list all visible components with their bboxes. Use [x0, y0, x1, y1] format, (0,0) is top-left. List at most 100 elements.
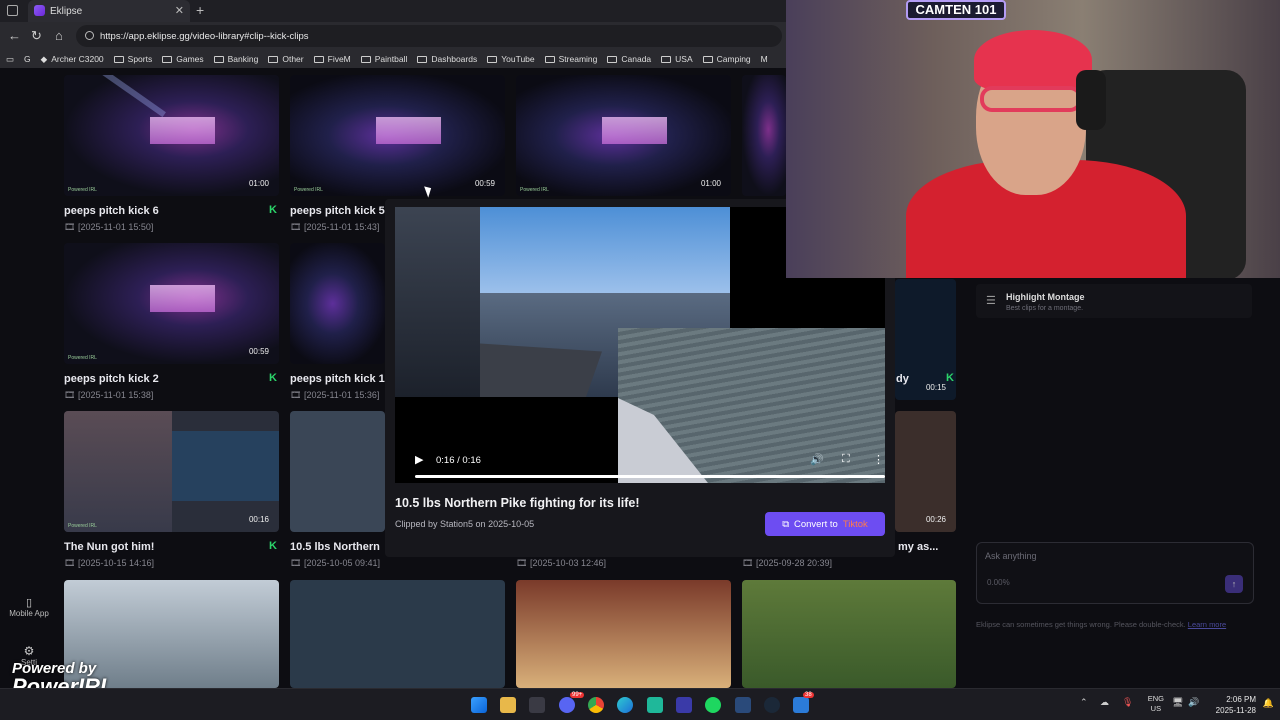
more-options-icon[interactable]: ⋮ [873, 453, 884, 466]
new-tab-icon[interactable]: + [196, 2, 204, 18]
bookmark-apps-icon[interactable]: ▭ [6, 54, 14, 65]
bookmark-folder[interactable]: Sports [113, 54, 152, 64]
clip-title[interactable]: peeps pitch kick 1 [290, 373, 385, 385]
watermark: Powered IRL [294, 187, 323, 193]
bookmark-folder[interactable]: Paintball [360, 54, 407, 64]
clip-thumbnail[interactable] [290, 411, 385, 532]
clip-thumbnail[interactable]: Powered IRL 01:00 [516, 75, 731, 196]
ask-box: 0.00% ↑ [976, 542, 1254, 604]
edge-icon[interactable] [617, 697, 633, 713]
back-icon[interactable]: ← [8, 28, 21, 43]
volume-icon[interactable]: 🔊 [810, 453, 824, 466]
notification-icon[interactable]: 🔔 [1263, 698, 1274, 709]
clip-title[interactable]: The Nun got him! [64, 541, 154, 553]
send-icon[interactable]: ↑ [1225, 575, 1243, 593]
clip-thumbnail[interactable]: Powered IRL 01:00 [64, 75, 279, 196]
clip-thumbnail[interactable] [742, 75, 786, 196]
bookmark-google[interactable]: G [24, 54, 31, 64]
discord-icon[interactable] [559, 697, 575, 713]
video-sky [442, 207, 730, 305]
folder-icon [360, 55, 371, 63]
progress-bar[interactable] [415, 475, 885, 478]
clip-date: 🎞 [2025-10-03 12:46] [516, 558, 607, 568]
bookmark-folder[interactable]: USA [661, 54, 693, 64]
home-icon[interactable]: ⌂ [55, 28, 63, 43]
bookmark-folder[interactable]: Canada [607, 54, 651, 64]
bookmark-folder[interactable]: Games [162, 54, 204, 64]
fullscreen-icon[interactable]: ⛶ [842, 453, 850, 466]
chevron-up-icon[interactable]: ⌃ [1080, 697, 1088, 708]
tab-actions-icon[interactable] [7, 5, 18, 16]
app-icon[interactable] [647, 697, 663, 713]
clip-title[interactable]: peeps pitch kick 2 [64, 373, 159, 385]
speaker-icon[interactable]: 🔊 [1188, 697, 1199, 708]
bookmark-folder[interactable]: Dashboards [417, 54, 477, 64]
folder-icon [661, 55, 672, 63]
phone-icon: ▯ [25, 597, 33, 609]
convert-target: Tiktok [842, 518, 868, 530]
mobile-app-link[interactable]: ▯ Mobile App [0, 596, 58, 618]
bg-app-icon[interactable] [735, 697, 751, 713]
url-text: https://app.eklipse.gg/video-library#cli… [100, 31, 309, 42]
clip-title[interactable]: 10.5 lbs Northern [290, 541, 380, 553]
start-icon[interactable] [471, 697, 487, 713]
site-info-icon[interactable] [85, 31, 94, 40]
reload-icon[interactable]: ↻ [31, 28, 42, 44]
mic-icon[interactable]: 🎙 [1122, 697, 1133, 708]
clip-thumbnail[interactable]: Powered IRL 00:59 [64, 243, 279, 364]
play-icon[interactable]: ▶ [415, 453, 423, 466]
clip-title[interactable]: peeps pitch kick 6 [64, 205, 159, 217]
close-tab-icon[interactable]: ✕ [175, 4, 184, 17]
eklipse-favicon-icon [34, 5, 45, 16]
clip-date: 🎞 [2025-09-28 20:39] [742, 558, 833, 568]
clip-thumbnail[interactable]: Powered IRL 00:59 [290, 75, 505, 196]
highlight-montage-card[interactable]: ☰ Highlight Montage Best clips for a mon… [976, 284, 1252, 318]
folder-icon [113, 55, 124, 63]
bookmark-folder[interactable]: FiveM [313, 54, 351, 64]
system-clock[interactable]: 2:06 PM 2025-11-28 [1216, 694, 1256, 716]
stage-light [91, 75, 166, 118]
learn-more-link[interactable]: Learn more [1188, 620, 1226, 629]
steam-icon[interactable] [764, 697, 780, 713]
spotify-icon[interactable] [705, 697, 721, 713]
convert-to-tiktok-button[interactable]: ⧉ Convert to Tiktok [765, 512, 885, 536]
gear-icon: ⚙ [23, 644, 35, 658]
clip-thumbnail[interactable] [742, 580, 956, 688]
clip-title[interactable]: my as... [898, 541, 938, 553]
bookmark-folder[interactable]: Streaming [544, 54, 597, 64]
windows-taskbar: 99+ 38 ⌃ ☁ 🎙 ENG US 🖥 🔊 2:06 PM 2025-11-… [0, 688, 1280, 720]
bookmark-folder[interactable]: Camping [702, 54, 751, 64]
clip-title[interactable]: dy [896, 373, 909, 385]
bookmark-folder[interactable]: YouTube [487, 54, 535, 64]
ask-input[interactable] [985, 551, 1185, 561]
language-indicator[interactable]: ENG US [1148, 694, 1164, 714]
clip-thumbnail[interactable] [290, 243, 385, 364]
bookmark-item[interactable]: M [761, 54, 768, 64]
watermark: Powered IRL [520, 187, 549, 193]
url-field[interactable]: https://app.eklipse.gg/video-library#cli… [76, 25, 782, 47]
montage-subtitle: Best clips for a montage. [1006, 305, 1084, 312]
bookmark-item[interactable]: ◆ Archer C3200 [41, 54, 104, 65]
clip-thumbnail[interactable] [290, 580, 505, 688]
chrome-icon[interactable] [588, 697, 604, 713]
cloud-icon[interactable]: ☁ [1100, 697, 1109, 708]
clip-thumbnail[interactable]: Powered IRL 00:16 [64, 411, 279, 532]
film-icon: 🎞 [290, 222, 302, 232]
file-explorer-icon[interactable] [500, 697, 516, 713]
bookmark-folder[interactable]: Other [268, 54, 304, 64]
film-icon: 🎞 [742, 558, 754, 568]
bookmark-folder[interactable]: Banking [213, 54, 258, 64]
watermark: Powered IRL [68, 523, 97, 529]
browser-tab[interactable]: Eklipse ✕ [28, 0, 190, 22]
streamer-glasses [980, 86, 1082, 112]
mail-icon[interactable] [793, 697, 809, 713]
clip-duration: 00:59 [248, 347, 269, 356]
store-icon[interactable] [529, 697, 545, 713]
clip-thumbnail[interactable] [516, 580, 731, 688]
list-icon: ☰ [986, 295, 996, 307]
folder-icon [607, 55, 618, 63]
clip-title[interactable]: peeps pitch kick 5 [290, 205, 385, 217]
clip-thumbnail[interactable]: 00:26 [895, 411, 956, 532]
network-icon[interactable]: 🖥 [1172, 697, 1183, 708]
video-app-icon[interactable] [676, 697, 692, 713]
